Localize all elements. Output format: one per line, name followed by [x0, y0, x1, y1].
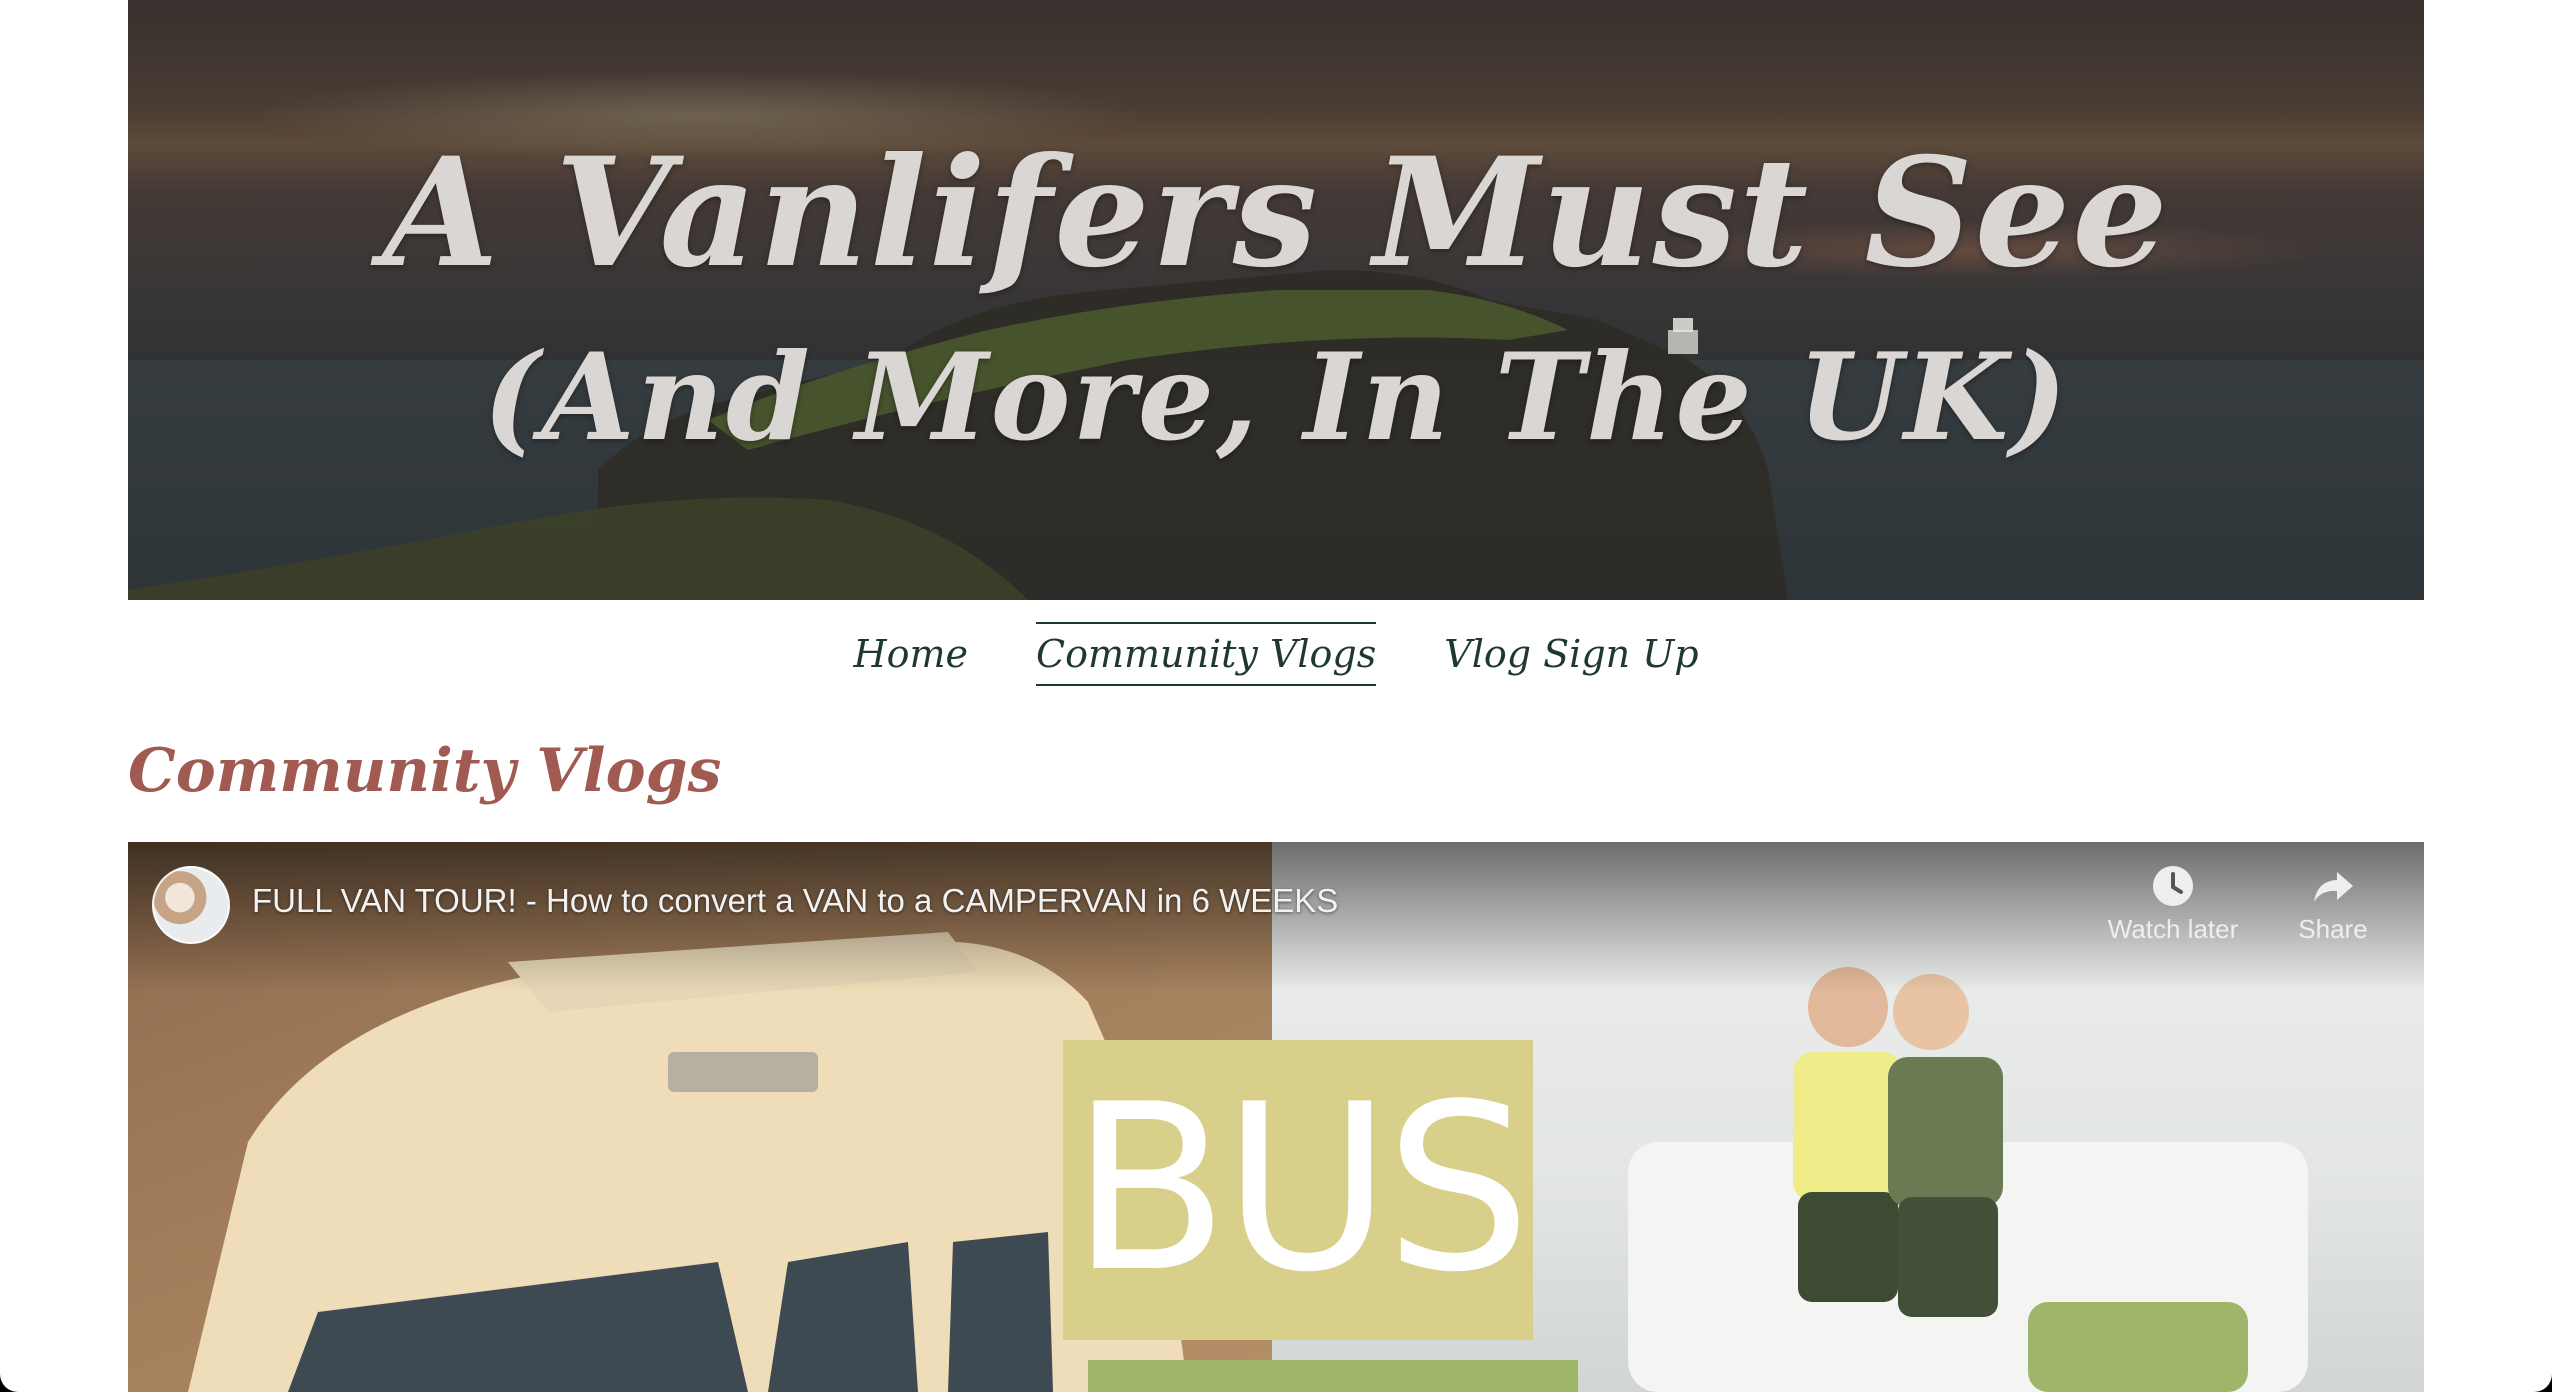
hero-title-line1: A Vanlifers Must See: [382, 125, 2170, 301]
hero-title-line2: (And More, In The UK): [482, 327, 2070, 468]
video-embed[interactable]: BUS FULL VAN TOUR! - How to convert a VA…: [128, 842, 2424, 1392]
nav-item-community-vlogs[interactable]: Community Vlogs: [1036, 622, 1377, 686]
page: A Vanlifers Must See (And More, In The U…: [0, 0, 2552, 1392]
share-label: Share: [2298, 914, 2368, 944]
hero-banner: A Vanlifers Must See (And More, In The U…: [128, 0, 2424, 600]
channel-avatar[interactable]: [152, 866, 230, 944]
nav-item-home[interactable]: Home: [853, 622, 968, 686]
clock-icon: [2153, 866, 2193, 906]
nav-item-vlog-sign-up[interactable]: Vlog Sign Up: [1444, 622, 1698, 686]
video-title[interactable]: FULL VAN TOUR! - How to convert a VAN to…: [252, 882, 1338, 920]
share-arrow-icon: [2314, 872, 2353, 902]
thumbnail-green-strip: [1088, 1360, 1578, 1392]
share-button[interactable]: Share: [2258, 864, 2408, 945]
watch-later-label: Watch later: [2107, 914, 2239, 944]
main-nav: Home Community Vlogs Vlog Sign Up: [0, 618, 2552, 690]
thumbnail-bus-text: BUS: [1070, 1056, 1531, 1323]
page-title: Community Vlogs: [128, 736, 722, 806]
watch-later-button[interactable]: Watch later: [2098, 864, 2248, 945]
